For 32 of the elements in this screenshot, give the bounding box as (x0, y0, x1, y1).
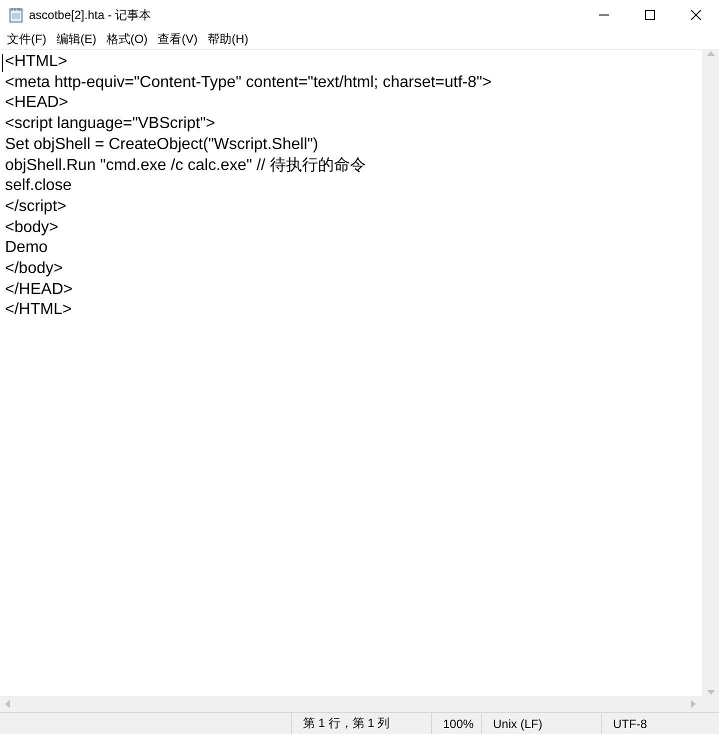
scroll-right-icon[interactable] (691, 700, 697, 708)
maximize-icon (645, 10, 655, 20)
code-line: <script language="VBScript"> (5, 114, 216, 134)
code-line: </body> (5, 259, 63, 280)
code-line: Set objShell = CreateObject("Wscript.Shell") (5, 134, 318, 155)
menu-item[interactable]: 编辑(E) (51, 30, 102, 49)
menu-item[interactable]: 帮助(H) (202, 30, 254, 49)
code-line: <HEAD> (5, 93, 68, 114)
code-line: <HTML> (5, 52, 68, 72)
menu-item[interactable]: 查看(V) (152, 30, 203, 49)
window-title: ascotbe[2].hta - 记事本 (29, 6, 152, 24)
code-line: </script> (5, 196, 66, 217)
text-caret (2, 54, 3, 72)
encoding: UTF-8 (601, 713, 719, 734)
close-icon (691, 10, 701, 20)
menu-item[interactable]: 文件(F) (2, 30, 52, 49)
vertical-scrollbar[interactable] (702, 50, 719, 696)
code-line: </HTML> (5, 300, 72, 320)
scroll-up-icon[interactable] (706, 50, 714, 56)
menu-item[interactable]: 格式(O) (101, 30, 153, 49)
code-line: </HEAD> (5, 280, 73, 300)
scroll-left-icon[interactable] (4, 700, 10, 708)
code-line: Demo (5, 238, 48, 258)
code-line: self.close (5, 176, 72, 196)
horizontal-scrollbar[interactable] (0, 696, 719, 712)
cursor-position: 第 1 行，第 1 列 (291, 713, 431, 734)
code-line: <meta http-equiv="Content-Type" content="text/html; charset=utf-8"> (5, 72, 492, 93)
code-line: <body> (5, 218, 58, 238)
zoom-level: 100% (431, 713, 481, 734)
code-line: objShell.Run "cmd.exe /c calc.exe" // 待执行的命令 (5, 156, 366, 176)
notepad-icon (9, 7, 23, 23)
line-ending: Unix (LF) (481, 713, 601, 734)
